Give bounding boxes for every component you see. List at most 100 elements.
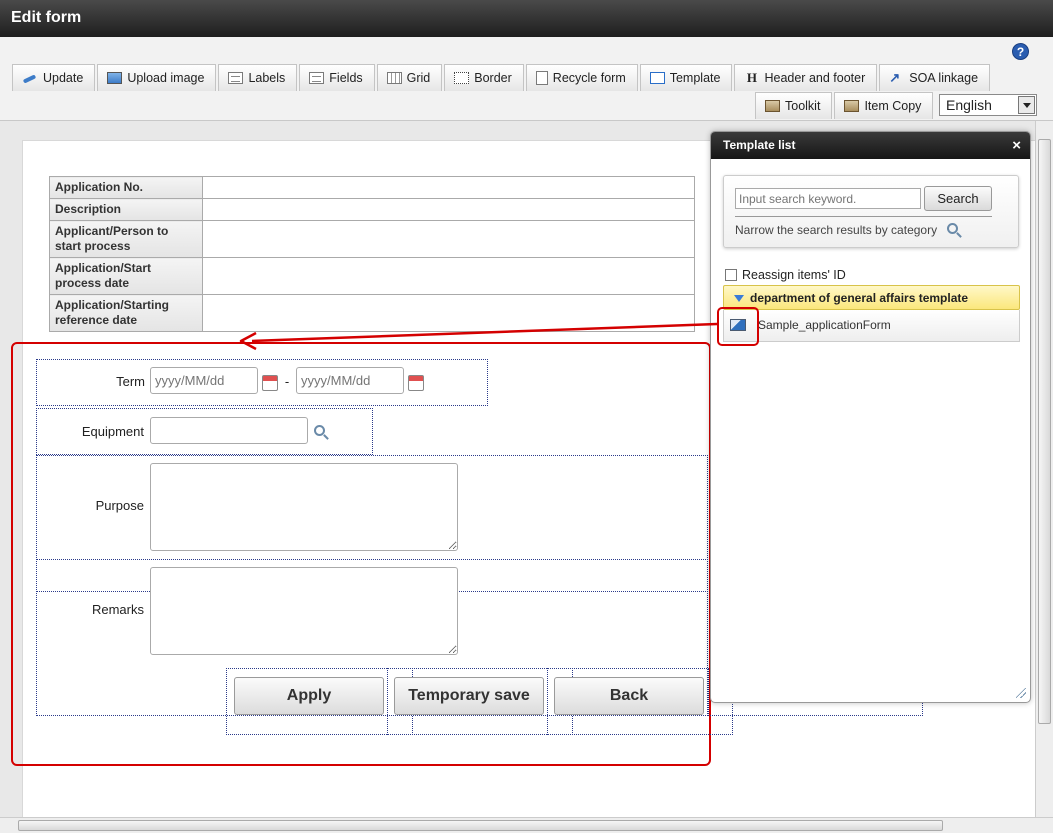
tab-toolkit[interactable]: Toolkit [755,92,833,119]
tab-label: Grid [406,71,431,85]
table-row: Applicant/Person to start process [49,220,695,258]
soa-linkage-icon: ↗ [889,70,901,85]
tab-fields[interactable]: Fields [299,64,375,91]
toolbar: ? Update Upload image Labels Fields Grid… [0,37,1053,121]
category-header[interactable]: department of general affairs template [723,285,1020,310]
equipment-input[interactable] [150,417,308,444]
search-icon[interactable] [314,425,325,436]
row-value [202,294,695,332]
image-icon [107,72,123,84]
toolkit-icon [765,100,780,112]
temporary-save-button[interactable]: Temporary save [394,677,544,715]
resize-handle[interactable] [1016,688,1026,698]
row-value [202,220,695,258]
tab-label: SOA linkage [909,71,979,85]
template-list-panel: Template list × Search Narrow the search… [710,131,1031,703]
button-divider [547,668,548,735]
row-label: Description [49,198,203,221]
language-select[interactable]: English [939,94,1037,116]
reassign-ids-checkbox[interactable]: Reassign items' ID [725,268,846,282]
row-label: Application No. [49,176,203,199]
purpose-textarea[interactable] [150,463,458,551]
vertical-scrollbar[interactable] [1035,121,1053,817]
purpose-label: Purpose [95,498,144,513]
tab-label: Item Copy [864,99,922,113]
checkbox[interactable] [725,269,737,281]
scrollbar-thumb[interactable] [1038,139,1051,724]
tab-recycle-form[interactable]: Recycle form [525,64,638,91]
recycle-form-icon [535,71,548,85]
tab-header-footer[interactable]: H Header and footer [734,64,878,91]
tab-border[interactable]: Border [444,64,524,91]
tab-labels[interactable]: Labels [218,64,298,91]
term-from-input[interactable] [150,367,258,394]
term-separator: - [284,374,290,389]
divider [735,216,992,217]
item-copy-icon [844,100,860,112]
close-icon[interactable]: × [1012,137,1021,154]
purpose-divider [36,559,708,560]
tab-upload-image[interactable]: Upload image [97,64,217,91]
scrollbar-thumb[interactable] [18,820,943,831]
border-icon [454,72,470,84]
remarks-label: Remarks [91,602,144,617]
row-label: Applicant/Person to start process [49,220,203,258]
term-to-input[interactable] [296,367,404,394]
calendar-icon[interactable] [408,375,424,391]
template-item[interactable]: Sample_applicationForm [723,310,1020,342]
narrow-by-category-link[interactable]: Narrow the search results by category [735,223,937,237]
tab-label: Labels [248,71,286,85]
horizontal-scrollbar[interactable] [0,817,1053,833]
search-icon[interactable] [947,223,958,234]
tab-label: Recycle form [552,71,626,85]
help-icon[interactable]: ? [1012,43,1029,60]
tab-template[interactable]: Template [639,64,733,91]
tab-label: Template [669,71,721,85]
window-title: Edit form [0,0,1053,37]
header-footer-icon: H [746,70,758,85]
table-row: Application/Starting reference date [49,294,695,332]
table-row: Application No. [49,176,695,199]
application-header-table: Application No. Description Applicant/Pe… [49,176,695,332]
category-label: department of general affairs template [750,291,969,305]
table-row: Application/Start process date [49,257,695,295]
row-value [202,176,695,199]
row-value [202,257,695,295]
template-name: Sample_applicationForm [758,318,891,332]
term-label: Term [116,374,145,389]
panel-title: Template list [723,138,796,152]
tab-item-copy[interactable]: Item Copy [834,92,934,119]
language-value: English [946,97,992,113]
search-box: Search Narrow the search results by cate… [723,175,1019,248]
update-icon [22,72,38,84]
calendar-icon[interactable] [262,375,278,391]
tab-label: Border [474,71,512,85]
row-label: Application/Start process date [49,257,203,295]
search-input[interactable] [735,188,921,209]
apply-button[interactable]: Apply [234,677,384,715]
checkbox-label: Reassign items' ID [742,268,846,282]
labels-icon [228,72,244,84]
tab-label: Update [43,71,84,85]
remarks-textarea[interactable] [150,567,458,655]
tab-label: Fields [329,71,363,85]
template-icon-highlight [717,307,759,346]
tab-bar-secondary: Toolkit Item Copy [755,92,935,119]
panel-header: Template list × [711,132,1030,159]
search-button[interactable]: Search [924,186,992,211]
button-divider [387,668,388,735]
tab-label: Upload image [127,71,205,85]
row-label: Application/Starting reference date [49,294,203,332]
tab-soa-linkage[interactable]: ↗ SOA linkage [879,64,991,91]
grid-icon [386,72,402,84]
triangle-down-icon[interactable] [734,295,744,302]
back-button[interactable]: Back [554,677,704,715]
chevron-down-icon[interactable] [1018,96,1035,114]
tab-bar: Update Upload image Labels Fields Grid B… [12,64,992,91]
equipment-label: Equipment [81,424,144,439]
tab-label: Header and footer [764,71,866,85]
tab-update[interactable]: Update [12,64,96,91]
tab-grid[interactable]: Grid [376,64,443,91]
tab-label: Toolkit [785,99,821,113]
fields-icon [309,72,325,84]
